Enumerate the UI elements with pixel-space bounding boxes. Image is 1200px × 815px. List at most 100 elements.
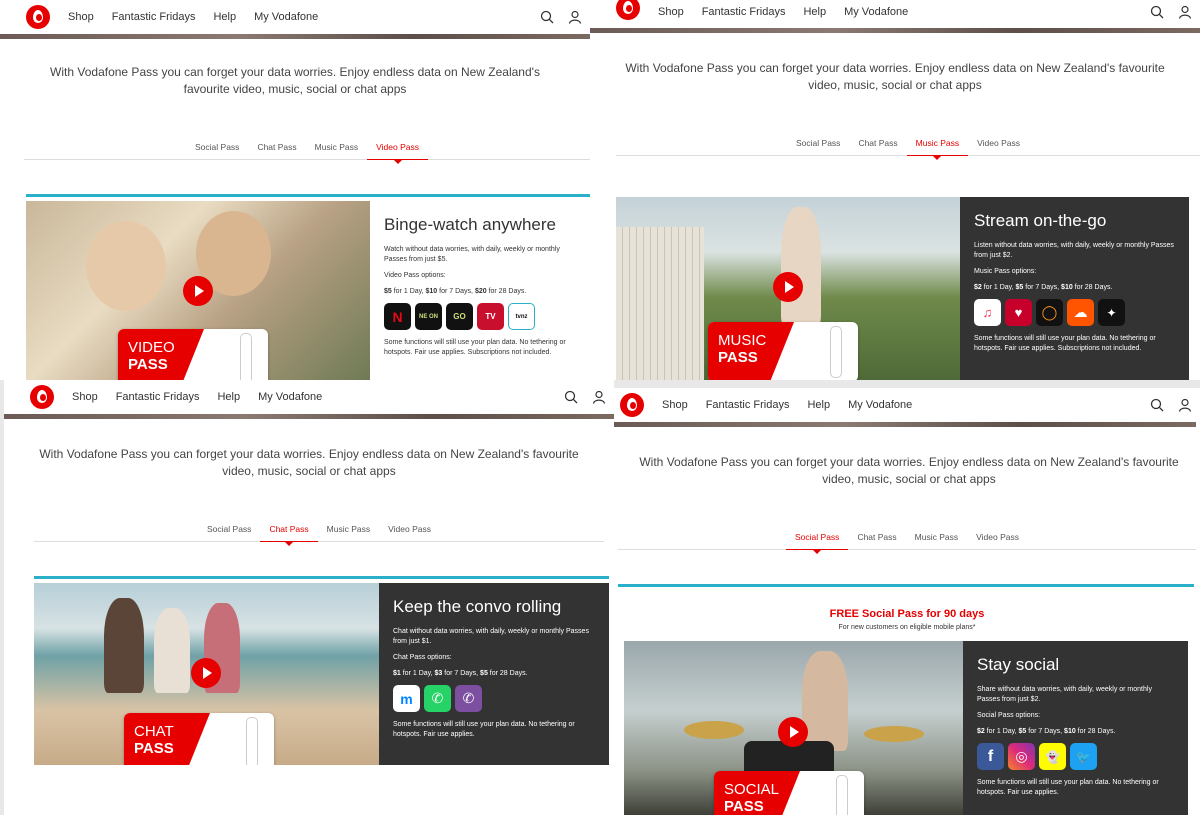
tab-video-pass[interactable]: Video Pass bbox=[367, 136, 428, 164]
music-hero-image: MUSIC PASS bbox=[616, 197, 960, 380]
nav-shop[interactable]: Shop bbox=[662, 399, 688, 411]
pass-tabs: Social Pass Chat Pass Music Pass Video P… bbox=[616, 132, 1200, 160]
nav-fantastic-fridays[interactable]: Fantastic Fridays bbox=[706, 399, 790, 411]
intro-text: With Vodafone Pass you can forget your d… bbox=[50, 65, 540, 96]
top-nav: Shop Fantastic Fridays Help My Vodafone bbox=[4, 380, 614, 414]
tab-video-pass[interactable]: Video Pass bbox=[967, 526, 1028, 550]
user-icon[interactable] bbox=[1178, 398, 1192, 412]
soundcloud-icon: ☁ bbox=[1067, 299, 1094, 326]
vodafone-logo[interactable] bbox=[26, 5, 50, 29]
nav-help[interactable]: Help bbox=[213, 11, 236, 23]
hero-image-strip bbox=[0, 34, 590, 39]
card-title: Stay social bbox=[977, 655, 1060, 674]
play-button[interactable] bbox=[778, 717, 808, 747]
nav-shop[interactable]: Shop bbox=[72, 391, 98, 403]
messenger-icon: m bbox=[393, 685, 420, 712]
tab-music-pass[interactable]: Music Pass bbox=[906, 526, 967, 550]
vodafone-logo[interactable] bbox=[620, 393, 644, 417]
options-label: Chat Pass options: bbox=[393, 654, 452, 661]
nav-fantastic-fridays[interactable]: Fantastic Fridays bbox=[702, 6, 786, 18]
panel-social-pass: Shop Fantastic Fridays Help My Vodafone … bbox=[614, 388, 1200, 815]
price-line: $1 for 1 Day, $3 for 7 Days, $5 for 28 D… bbox=[393, 670, 528, 677]
tab-video-pass[interactable]: Video Pass bbox=[968, 132, 1029, 156]
social-pass-info: Stay social Share without data worries, … bbox=[963, 641, 1188, 815]
tab-music-pass[interactable]: Music Pass bbox=[306, 136, 367, 160]
play-button[interactable] bbox=[183, 276, 213, 306]
hero-image-strip bbox=[4, 414, 614, 419]
video-hero-image: VIDEO PASS bbox=[26, 201, 370, 380]
music-pass-info: Stream on-the-go Listen without data wor… bbox=[960, 197, 1189, 380]
chat-pass-card: CHAT PASS bbox=[124, 713, 274, 765]
app-icons: N NE ON GO TV tvnz bbox=[384, 303, 576, 330]
tab-social-pass[interactable]: Social Pass bbox=[198, 518, 260, 542]
beach-hut-shape bbox=[616, 227, 704, 380]
tidal-icon: ✦ bbox=[1098, 299, 1125, 326]
tab-music-pass[interactable]: Music Pass bbox=[318, 518, 379, 542]
tab-social-pass[interactable]: Social Pass bbox=[186, 136, 248, 160]
search-icon[interactable] bbox=[1150, 5, 1164, 19]
search-icon[interactable] bbox=[564, 390, 578, 404]
fine-print: Some functions will still use your plan … bbox=[977, 779, 1159, 796]
tvnz-icon: tvnz bbox=[508, 303, 535, 330]
twitter-icon: 🐦 bbox=[1070, 743, 1097, 770]
card-desc: Share without data worries, with daily, … bbox=[977, 686, 1152, 703]
play-button[interactable] bbox=[773, 272, 803, 302]
app-icons: f ◎ 👻 🐦 bbox=[977, 743, 1174, 770]
card-title: Stream on-the-go bbox=[974, 211, 1107, 230]
user-icon[interactable] bbox=[1178, 5, 1192, 19]
tab-social-pass[interactable]: Social Pass bbox=[786, 526, 849, 554]
teal-divider bbox=[26, 194, 590, 197]
nav-fantastic-fridays[interactable]: Fantastic Fridays bbox=[112, 11, 196, 23]
play-button[interactable] bbox=[191, 658, 221, 688]
search-icon[interactable] bbox=[540, 10, 554, 24]
iheartradio-icon: ♥ bbox=[1005, 299, 1032, 326]
radio-app-icon: ◯ bbox=[1036, 299, 1063, 326]
social-hero-image: SOCIAL PASS bbox=[624, 641, 963, 815]
nav-my-vodafone[interactable]: My Vodafone bbox=[258, 391, 322, 403]
tab-video-pass[interactable]: Video Pass bbox=[379, 518, 440, 542]
video-pass-info: Binge-watch anywhere Watch without data … bbox=[370, 201, 590, 380]
vodafone-logo[interactable] bbox=[616, 0, 640, 20]
snapchat-icon: 👻 bbox=[1039, 743, 1066, 770]
fine-print: Some functions will still use your plan … bbox=[974, 335, 1156, 352]
sky-go-icon: GO bbox=[446, 303, 473, 330]
tv-app-icon: TV bbox=[477, 303, 504, 330]
chat-hero-image: CHAT PASS bbox=[34, 583, 379, 765]
panel-chat-pass: Shop Fantastic Fridays Help My Vodafone … bbox=[4, 380, 614, 815]
card-desc: Listen without data worries, with daily,… bbox=[974, 242, 1174, 259]
intro-text: With Vodafone Pass you can forget your d… bbox=[39, 447, 579, 478]
nav-help[interactable]: Help bbox=[217, 391, 240, 403]
tab-music-pass[interactable]: Music Pass bbox=[906, 132, 969, 160]
pass-tabs: Social Pass Chat Pass Music Pass Video P… bbox=[618, 526, 1196, 554]
cymbal-shape bbox=[864, 726, 924, 742]
hero-image-strip bbox=[590, 28, 1200, 33]
card-title: Binge-watch anywhere bbox=[384, 215, 556, 234]
tab-social-pass[interactable]: Social Pass bbox=[787, 132, 849, 156]
chat-pass-info: Keep the convo rolling Chat without data… bbox=[379, 583, 609, 765]
nav-shop[interactable]: Shop bbox=[658, 6, 684, 18]
user-icon[interactable] bbox=[592, 390, 606, 404]
person-shape bbox=[781, 207, 821, 327]
nav-fantastic-fridays[interactable]: Fantastic Fridays bbox=[116, 391, 200, 403]
search-icon[interactable] bbox=[1150, 398, 1164, 412]
tab-chat-pass[interactable]: Chat Pass bbox=[848, 526, 905, 550]
nav-my-vodafone[interactable]: My Vodafone bbox=[848, 399, 912, 411]
person-shape bbox=[104, 598, 144, 693]
tab-chat-pass[interactable]: Chat Pass bbox=[248, 136, 305, 160]
netflix-icon: N bbox=[384, 303, 411, 330]
apple-music-icon: ♫ bbox=[974, 299, 1001, 326]
user-icon[interactable] bbox=[568, 10, 582, 24]
whatsapp-icon: ✆ bbox=[424, 685, 451, 712]
nav-help[interactable]: Help bbox=[807, 399, 830, 411]
nav-my-vodafone[interactable]: My Vodafone bbox=[844, 6, 908, 18]
vodafone-logo[interactable] bbox=[30, 385, 54, 409]
nav-my-vodafone[interactable]: My Vodafone bbox=[254, 11, 318, 23]
top-nav: Shop Fantastic Fridays Help My Vodafone bbox=[590, 0, 1200, 24]
nav-shop[interactable]: Shop bbox=[68, 11, 94, 23]
nav-help[interactable]: Help bbox=[803, 6, 826, 18]
tab-chat-pass[interactable]: Chat Pass bbox=[849, 132, 906, 156]
person-shape bbox=[86, 221, 166, 311]
tab-chat-pass[interactable]: Chat Pass bbox=[260, 518, 318, 546]
app-icons: m ✆ ✆ bbox=[393, 685, 595, 712]
panel-video-pass: Shop Fantastic Fridays Help My Vodafone … bbox=[0, 0, 590, 380]
